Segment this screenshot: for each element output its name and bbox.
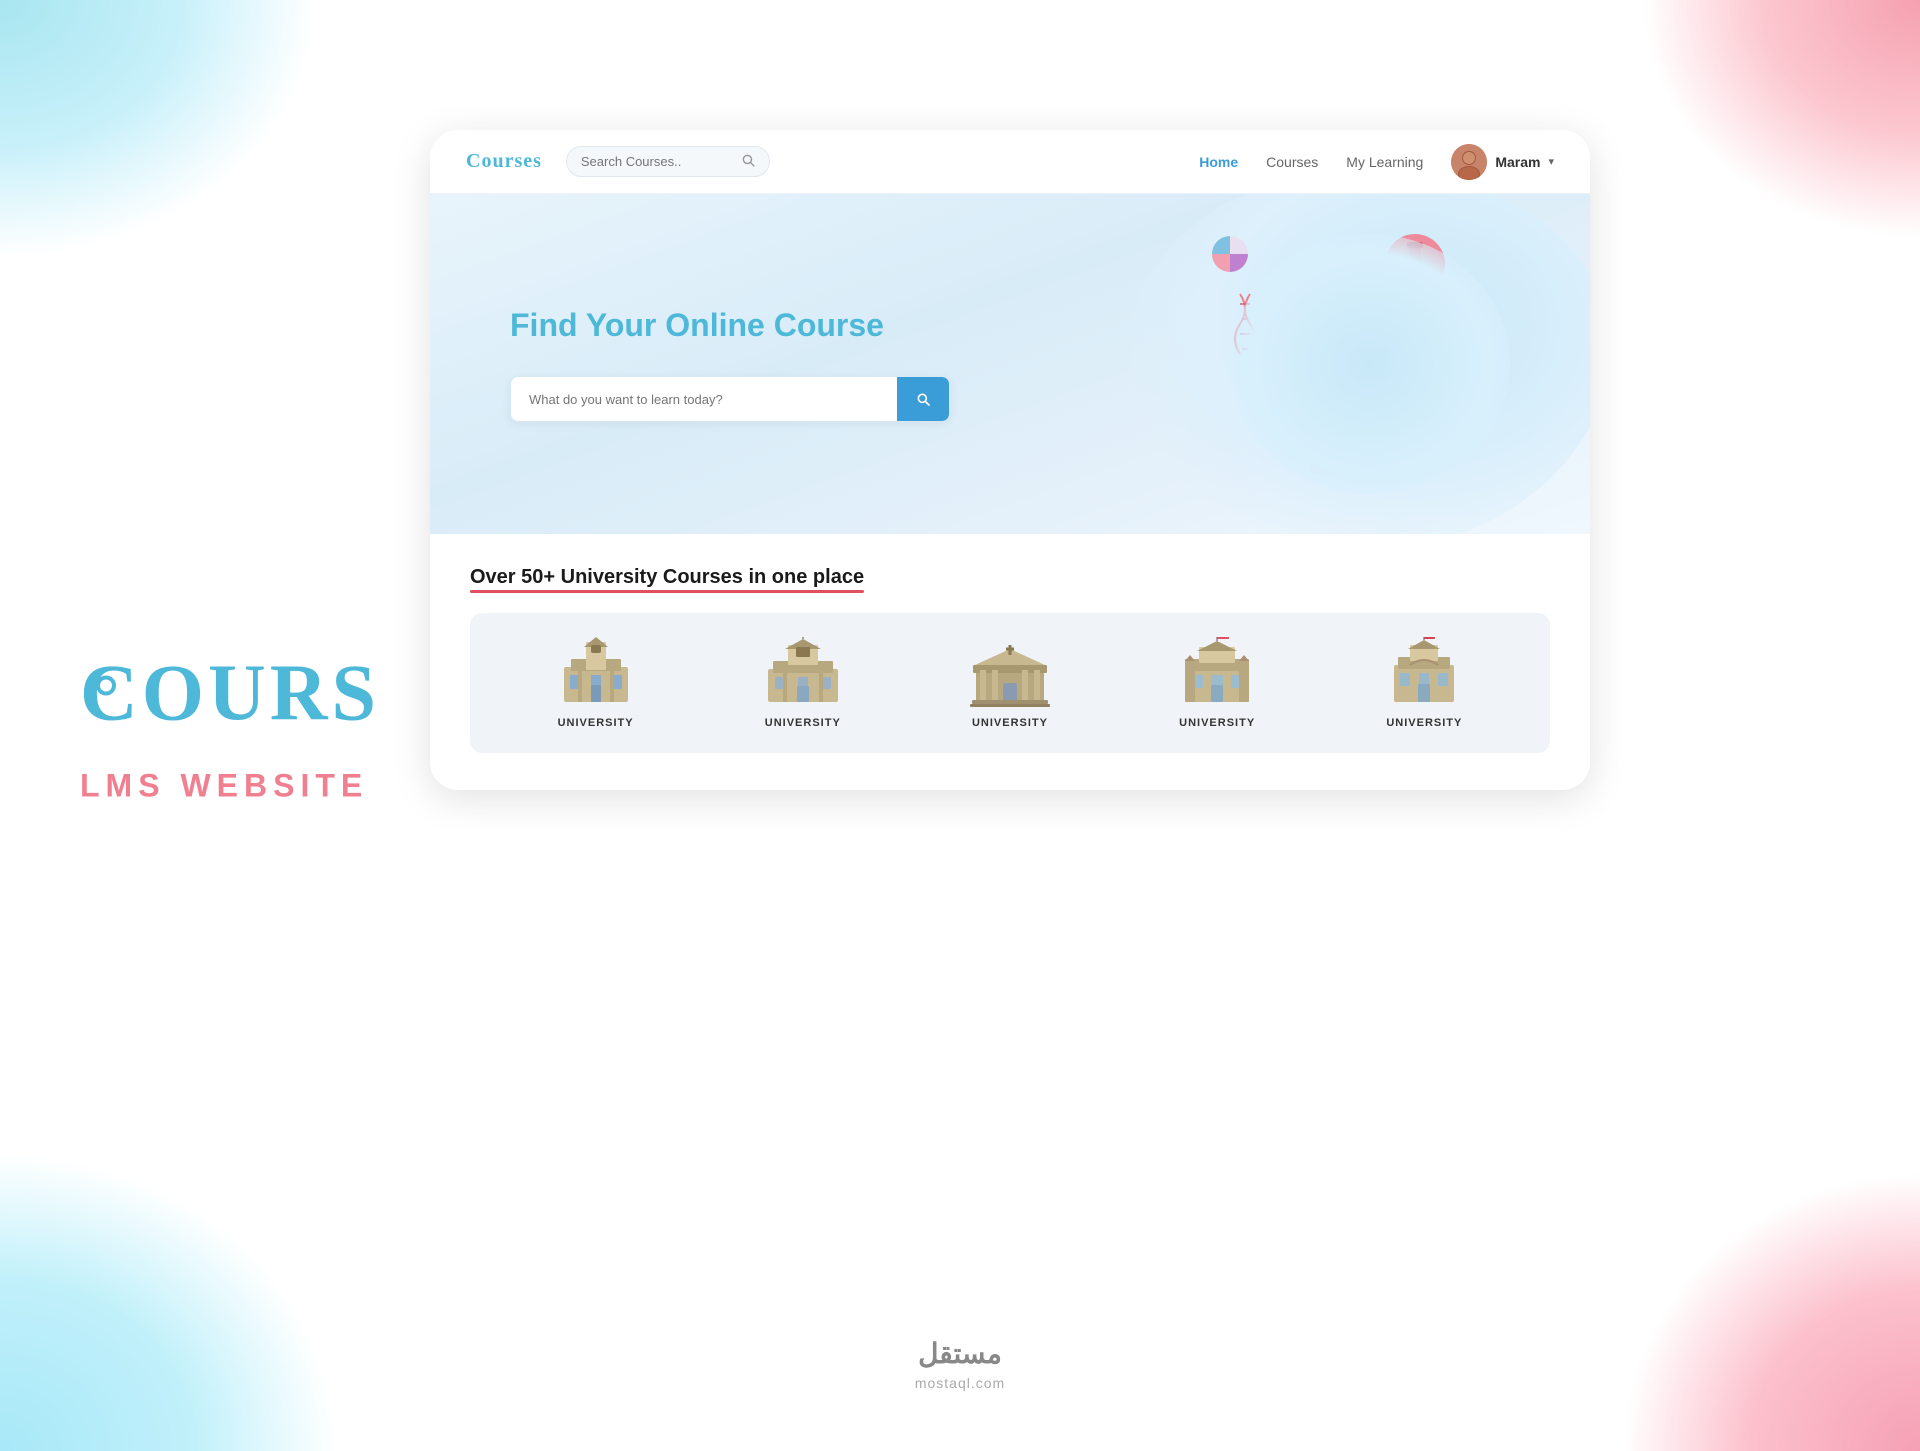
bg-blob-tr [1640,0,1920,240]
nav-search[interactable] [566,146,770,177]
nav-logo: Courses [466,150,542,173]
bg-blob-br [1620,1171,1920,1451]
university-item-3[interactable]: UNIVERSITY [970,637,1050,729]
hero-search-bar[interactable] [510,376,950,422]
university-label-1: UNIVERSITY [558,717,634,729]
hero-section: Find Your Online Course [430,194,1590,534]
section-title: Over 50+ University Courses in one place [470,566,1550,589]
hero-search-button[interactable] [897,377,949,421]
nav-username: Maram [1495,154,1540,170]
nav-link-home[interactable]: Home [1199,154,1238,170]
svg-text:COURSES: COURSES [80,649,380,737]
navbar: Courses Home Courses My Learning [430,130,1590,194]
hero-content: Find Your Online Course [430,306,1030,422]
university-item-1[interactable]: UNIVERSITY [556,637,636,729]
university-item-5[interactable]: UNIVERSITY [1384,637,1464,729]
hero-title: Find Your Online Course [510,306,950,344]
nav-chevron-icon: ▾ [1548,155,1554,168]
hero-search-input[interactable] [511,378,897,421]
universities-grid: UNIVERSITY [470,613,1550,753]
main-card: Courses Home Courses My Learning [430,130,1590,790]
nav-link-courses[interactable]: Courses [1266,154,1318,170]
nav-links: Home Courses My Learning [1199,154,1423,170]
section-title-text: Over 50+ University Courses in one place [470,566,864,589]
university-label-5: UNIVERSITY [1386,717,1462,729]
footer-area: مستقل mostaql.com [915,1337,1005,1391]
footer-url: mostaql.com [915,1375,1005,1391]
university-label-4: UNIVERSITY [1179,717,1255,729]
bg-blob-bl [0,1151,340,1451]
lms-label: LMS WEBSITE [80,767,368,804]
university-label-2: UNIVERSITY [765,717,841,729]
footer-logo: مستقل [915,1337,1005,1371]
nav-user[interactable]: Maram ▾ [1451,144,1554,180]
university-item-2[interactable]: UNIVERSITY [763,637,843,729]
nav-link-mylearning[interactable]: My Learning [1346,154,1423,170]
hero-illustration [1210,204,1530,524]
universities-section: Over 50+ University Courses in one place [430,534,1590,781]
brand-logo-large: COURSES [80,647,380,749]
nav-search-input[interactable] [581,154,741,169]
nav-search-icon[interactable] [741,153,755,170]
bg-blob-tl [0,0,320,260]
avatar [1451,144,1487,180]
university-item-4[interactable]: UNIVERSITY [1177,637,1257,729]
left-brand-area: COURSES LMS WEBSITE [80,647,380,804]
university-label-3: UNIVERSITY [972,717,1048,729]
